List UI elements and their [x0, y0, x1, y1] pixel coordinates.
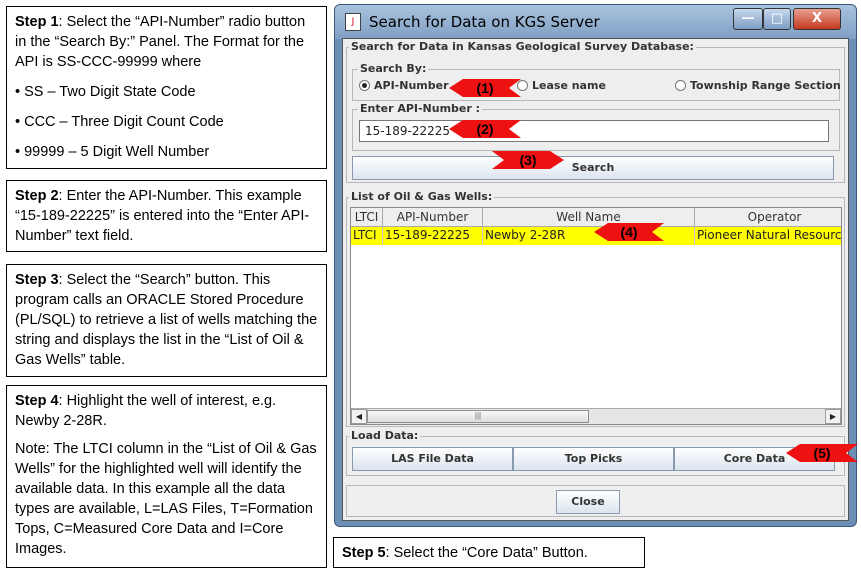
window-title: Search for Data on KGS Server [369, 13, 600, 31]
kgs-search-window: J Search for Data on KGS Server — □ X Se… [334, 4, 857, 527]
top-picks-button[interactable]: Top Picks [513, 447, 674, 471]
wells-table: LTCI API-Number Well Name Operator LTCI … [350, 207, 842, 425]
step-2-text: : Enter the API-Number. This example “15… [15, 188, 310, 244]
column-header-well-name[interactable]: Well Name [483, 208, 695, 227]
cell-api-number: 15-189-22225 [383, 227, 483, 245]
api-number-panel: Enter API-Number : 15-189-22225 [352, 102, 840, 151]
close-button[interactable]: Close [556, 490, 620, 514]
column-header-ltci[interactable]: LTCI [351, 208, 383, 227]
search-by-label: Search By: [358, 62, 429, 75]
step-2-box: Step 2: Enter the API-Number. This examp… [6, 180, 327, 252]
radio-api-number[interactable]: API-Number [359, 79, 449, 92]
step-1-bullet-2: • CCC – Three Digit Count Code [15, 114, 224, 130]
step-5-box: Step 5: Select the “Core Data” Button. [333, 537, 645, 568]
las-file-data-label: LAS File Data [391, 452, 474, 465]
search-by-panel: Search By: API-Number Lease name Townshi… [352, 62, 841, 101]
radio-trs-label: Township Range Section [690, 79, 841, 92]
wells-panel-label: List of Oil & Gas Wells: [349, 190, 495, 203]
radio-lease-name-dot[interactable] [517, 80, 528, 91]
step-5-title: Step 5 [342, 545, 386, 561]
window-client-area: Search for Data in Kansas Geological Sur… [342, 38, 849, 521]
cell-operator: Pioneer Natural Resource [695, 227, 841, 245]
window-titlebar[interactable]: J Search for Data on KGS Server — □ X [335, 5, 856, 39]
api-number-label: Enter API-Number : [358, 102, 483, 115]
close-panel: Close [346, 485, 845, 517]
core-data-label: Core Data [723, 452, 786, 465]
scroll-thumb[interactable]: ||| [367, 410, 589, 423]
radio-api-number-label: API-Number [374, 79, 449, 92]
search-button-label: Search [571, 161, 615, 174]
step-4-title: Step 4 [15, 393, 59, 409]
radio-lease-name[interactable]: Lease name [517, 79, 606, 92]
step-4-box: Step 4: Highlight the well of interest, … [6, 385, 327, 568]
scroll-left-arrow-icon[interactable]: ◀ [351, 409, 367, 424]
search-button[interactable]: Search [352, 156, 834, 180]
radio-township-range-section[interactable]: Township Range Section [675, 79, 841, 92]
step-4-note: Note: The LTCI column in the “List of Oi… [15, 441, 317, 557]
scroll-right-arrow-icon[interactable]: ▶ [825, 409, 841, 424]
step-2-title: Step 2 [15, 188, 59, 204]
search-panel: Search for Data in Kansas Geological Sur… [346, 40, 845, 183]
maximize-button[interactable]: □ [763, 8, 791, 30]
table-row[interactable]: LTCI 15-189-22225 Newby 2-28R Pioneer Na… [351, 227, 841, 245]
step-1-box: Step 1: Select the “API-Number” radio bu… [6, 6, 327, 169]
column-header-api-number[interactable]: API-Number [383, 208, 483, 227]
step-3-box: Step 3: Select the “Search” button. This… [6, 264, 327, 377]
step-5-text: : Select the “Core Data” Button. [385, 545, 588, 561]
column-header-operator[interactable]: Operator [695, 208, 841, 227]
java-app-icon: J [345, 13, 361, 31]
top-picks-label: Top Picks [564, 452, 623, 465]
step-1-bullet-3: • 99999 – 5 Digit Well Number [15, 144, 210, 160]
radio-lease-name-label: Lease name [532, 79, 606, 92]
las-file-data-button[interactable]: LAS File Data [352, 447, 513, 471]
step-3-title: Step 3 [15, 272, 59, 288]
cell-well-name: Newby 2-28R [483, 227, 695, 245]
search-panel-label: Search for Data in Kansas Geological Sur… [349, 40, 696, 53]
close-button-label: Close [571, 495, 605, 508]
cell-ltci: LTCI [351, 227, 383, 245]
step-1-title: Step 1 [15, 14, 59, 30]
load-data-panel: Load Data: LAS File Data Top Picks Core … [346, 429, 845, 476]
step-1-bullet-1: • SS – Two Digit State Code [15, 84, 196, 100]
window-close-button[interactable]: X [793, 8, 841, 30]
radio-trs-dot[interactable] [675, 80, 686, 91]
horizontal-scrollbar[interactable]: ◀ ||| ▶ [351, 408, 841, 424]
radio-api-number-dot[interactable] [359, 80, 370, 91]
load-data-label: Load Data: [349, 429, 421, 442]
step-1-text: : Select the “API-Number” radio button i… [15, 14, 306, 70]
minimize-button[interactable]: — [733, 8, 763, 30]
step-3-text: : Select the “Search” button. This progr… [15, 272, 318, 368]
api-number-input[interactable]: 15-189-22225 [359, 120, 829, 142]
